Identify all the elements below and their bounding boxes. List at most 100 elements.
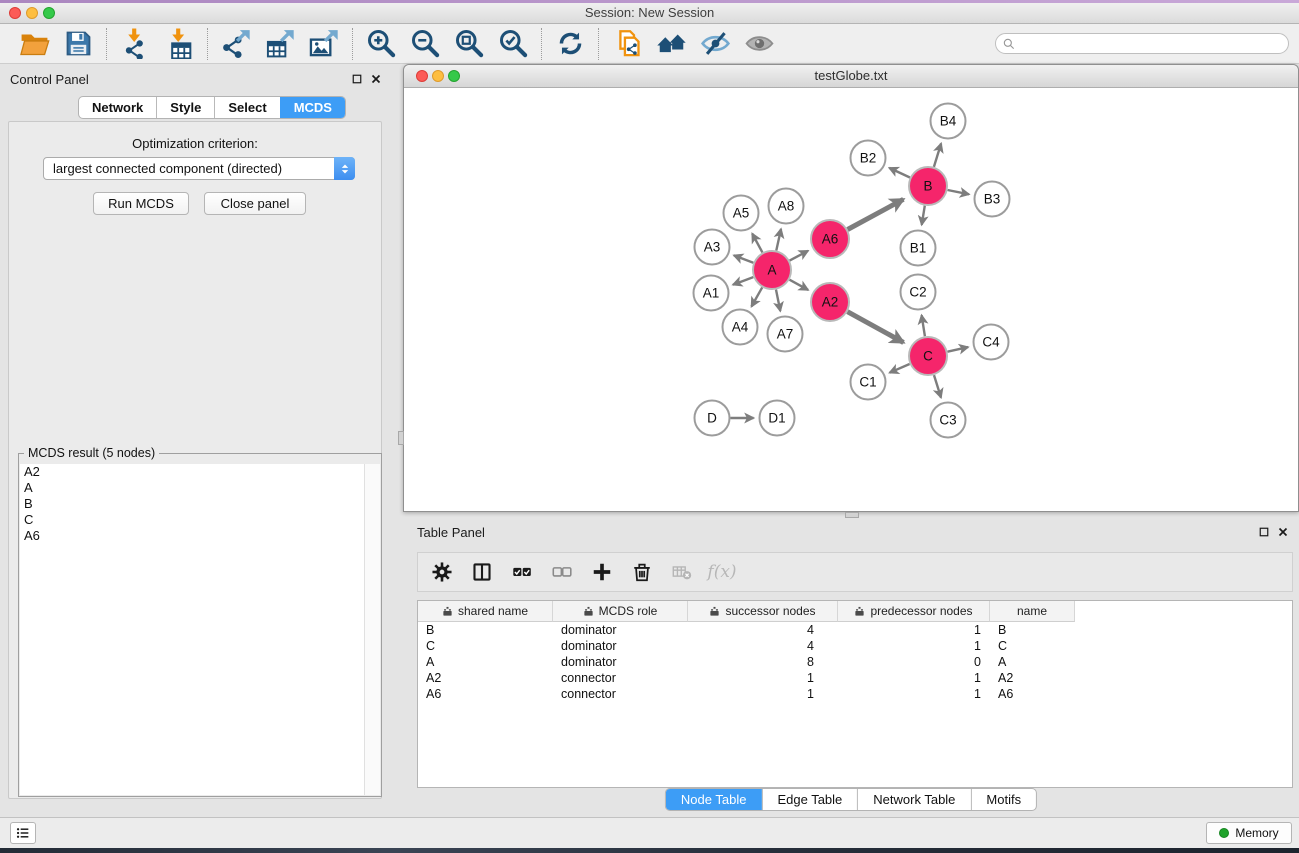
network-graph[interactable]: B4B2BB3A5A8A6A3B1AA1C2A2A4A7C4CC1DD1C3 <box>404 88 1298 510</box>
column-header-shared-name[interactable]: shared name <box>418 601 553 622</box>
table-tab-network-table[interactable]: Network Table <box>857 789 970 810</box>
table-tab-node-table[interactable]: Node Table <box>666 789 762 810</box>
memory-button[interactable]: Memory <box>1206 822 1292 844</box>
minimize-traffic-light[interactable] <box>26 7 38 19</box>
table-float-panel-icon[interactable] <box>1258 526 1270 538</box>
main-titlebar[interactable]: Session: New Session <box>0 3 1299 24</box>
hide-graphics-details-button[interactable] <box>698 27 732 61</box>
mcds-result-item[interactable]: C <box>20 512 380 528</box>
graph-edge-A-A1[interactable] <box>733 277 753 285</box>
table-row[interactable]: A2connector11A2 <box>418 670 1292 686</box>
graph-edge-A-A7[interactable] <box>776 290 780 311</box>
graph-node-A1[interactable]: A1 <box>694 276 729 311</box>
import-table-button[interactable] <box>162 27 196 61</box>
table-row[interactable]: Adominator80A <box>418 654 1292 670</box>
graph-node-A4[interactable]: A4 <box>723 310 758 345</box>
graph-edge-A6-B[interactable] <box>848 199 904 229</box>
mcds-result-item[interactable]: A2 <box>20 464 380 480</box>
maximize-traffic-light[interactable] <box>43 7 55 19</box>
graph-edge-C-C4[interactable] <box>948 347 969 352</box>
network-minimize-traffic-light[interactable] <box>432 70 444 82</box>
network-horizontal-scrollbar-thumb[interactable] <box>845 512 859 518</box>
zoom-in-button[interactable] <box>364 27 398 61</box>
tab-style[interactable]: Style <box>156 97 214 118</box>
task-history-button[interactable] <box>10 822 36 844</box>
clone-network-button[interactable] <box>610 27 644 61</box>
search-field[interactable] <box>995 33 1289 54</box>
graph-edge-A-A3[interactable] <box>734 255 753 262</box>
graph-node-A2[interactable]: A2 <box>811 283 849 321</box>
column-header-successor-nodes[interactable]: successor nodes <box>688 601 838 622</box>
network-canvas[interactable]: B4B2BB3A5A8A6A3B1AA1C2A2A4A7C4CC1DD1C3 <box>404 88 1298 510</box>
export-table-button[interactable] <box>263 27 297 61</box>
graph-node-B1[interactable]: B1 <box>901 231 936 266</box>
graph-edge-C-C3[interactable] <box>934 375 941 398</box>
run-mcds-button[interactable]: Run MCDS <box>93 192 189 215</box>
graph-edge-A-A5[interactable] <box>752 234 762 253</box>
table-row[interactable]: Bdominator41B <box>418 622 1292 638</box>
network-maximize-traffic-light[interactable] <box>448 70 460 82</box>
network-vertical-scrollbar-thumb[interactable] <box>398 431 404 445</box>
graph-node-A[interactable]: A <box>753 251 791 289</box>
open-session-button[interactable] <box>17 27 51 61</box>
table-close-panel-icon[interactable] <box>1277 526 1289 538</box>
graph-edge-B-B1[interactable] <box>922 206 925 225</box>
mcds-result-item[interactable]: A <box>20 480 380 496</box>
graph-edge-C-C1[interactable] <box>890 364 910 373</box>
result-scrollbar[interactable] <box>364 464 380 795</box>
home-layout-button[interactable] <box>654 27 688 61</box>
graph-node-C2[interactable]: C2 <box>901 275 936 310</box>
float-panel-icon[interactable] <box>351 73 363 85</box>
column-header-name[interactable]: name <box>990 601 1075 622</box>
graph-node-A3[interactable]: A3 <box>695 230 730 265</box>
select-all-checkboxes-button[interactable] <box>510 560 534 584</box>
table-settings-gear-button[interactable] <box>430 560 454 584</box>
close-traffic-light[interactable] <box>9 7 21 19</box>
node-table[interactable]: shared nameMCDS rolesuccessor nodesprede… <box>417 600 1293 788</box>
delete-columns-trash-button[interactable] <box>630 560 654 584</box>
network-window-titlebar[interactable]: testGlobe.txt <box>404 65 1298 88</box>
graph-edge-A-A6[interactable] <box>790 251 808 261</box>
graph-node-B[interactable]: B <box>909 167 947 205</box>
graph-node-A8[interactable]: A8 <box>769 189 804 224</box>
refresh-network-button[interactable] <box>553 27 587 61</box>
graph-node-C3[interactable]: C3 <box>931 403 966 438</box>
graph-edge-A2-C[interactable] <box>848 312 904 343</box>
show-graphics-details-button[interactable] <box>742 27 776 61</box>
graph-node-C4[interactable]: C4 <box>974 325 1009 360</box>
tab-mcds[interactable]: MCDS <box>280 97 345 118</box>
dropdown-stepper-icon[interactable] <box>334 157 355 180</box>
graph-node-A5[interactable]: A5 <box>724 196 759 231</box>
export-image-button[interactable] <box>307 27 341 61</box>
zoom-selected-button[interactable] <box>496 27 530 61</box>
column-header-MCDS-role[interactable]: MCDS role <box>553 601 688 622</box>
graph-node-C1[interactable]: C1 <box>851 365 886 400</box>
graph-node-B2[interactable]: B2 <box>851 141 886 176</box>
zoom-out-button[interactable] <box>408 27 442 61</box>
tab-select[interactable]: Select <box>214 97 279 118</box>
network-view-window[interactable]: testGlobe.txt B4B2BB3A5A8A6A3B1AA1C2A2A4… <box>403 64 1299 512</box>
graph-edge-B-B4[interactable] <box>934 144 941 167</box>
export-network-button[interactable] <box>219 27 253 61</box>
table-row[interactable]: Cdominator41C <box>418 638 1292 654</box>
graph-node-A6[interactable]: A6 <box>811 220 849 258</box>
close-panel-button[interactable]: Close panel <box>204 192 306 215</box>
deselect-all-checkboxes-button[interactable] <box>550 560 574 584</box>
mcds-result-item[interactable]: B <box>20 496 380 512</box>
graph-node-B4[interactable]: B4 <box>931 104 966 139</box>
search-input[interactable] <box>1016 35 1288 53</box>
graph-edge-C-C2[interactable] <box>922 315 925 336</box>
graph-node-D1[interactable]: D1 <box>760 401 795 436</box>
import-network-button[interactable] <box>118 27 152 61</box>
graph-node-D[interactable]: D <box>695 401 730 436</box>
graph-edge-B-B2[interactable] <box>889 168 910 178</box>
graph-edge-A-A4[interactable] <box>752 287 763 306</box>
network-close-traffic-light[interactable] <box>416 70 428 82</box>
tab-network[interactable]: Network <box>79 97 156 118</box>
split-panel-columns-button[interactable] <box>470 560 494 584</box>
graph-node-C[interactable]: C <box>909 337 947 375</box>
graph-node-A7[interactable]: A7 <box>768 317 803 352</box>
graph-edge-A-A2[interactable] <box>790 280 809 290</box>
create-column-plus-button[interactable] <box>590 560 614 584</box>
column-header-predecessor-nodes[interactable]: predecessor nodes <box>838 601 990 622</box>
